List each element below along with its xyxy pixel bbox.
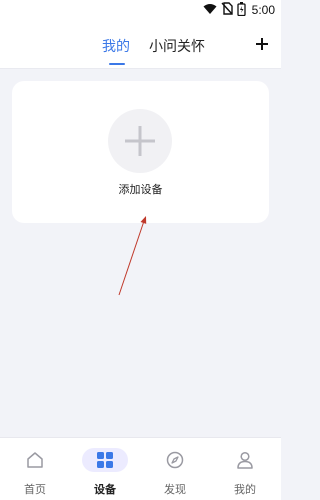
status-time: 5:00 <box>251 3 275 17</box>
nav-icon-bg <box>82 448 128 472</box>
tab-care[interactable]: 小问关怀 <box>149 38 205 56</box>
plus-icon <box>125 126 155 156</box>
plus-icon <box>256 38 268 50</box>
compass-icon <box>166 451 184 469</box>
home-icon <box>27 452 43 468</box>
battery-icon <box>236 1 246 19</box>
header: 我的 小问关怀 <box>0 20 281 69</box>
no-sim-icon <box>221 2 233 18</box>
nav-icon-bg <box>152 448 198 472</box>
bottom-nav: 首页 设备 发现 我的 <box>0 437 281 500</box>
nav-label: 设备 <box>94 483 116 496</box>
add-button[interactable] <box>252 34 272 54</box>
nav-label: 我的 <box>234 483 256 496</box>
nav-label: 发现 <box>164 483 186 496</box>
status-icons: 5:00 <box>203 1 275 19</box>
nav-item-mine[interactable]: 我的 <box>217 448 273 497</box>
nav-icon-bg <box>222 448 268 472</box>
nav-label: 首页 <box>24 483 46 496</box>
nav-item-device[interactable]: 设备 <box>77 448 133 497</box>
status-bar: 5:00 <box>0 0 281 20</box>
add-device-button[interactable] <box>108 109 172 173</box>
annotation-arrow <box>118 216 147 296</box>
device-card: 添加设备 <box>12 81 269 223</box>
grid-icon <box>97 452 113 468</box>
tab-mine[interactable]: 我的 <box>102 38 130 56</box>
nav-item-discover[interactable]: 发现 <box>147 448 203 497</box>
person-icon <box>237 451 253 469</box>
tab-indicator <box>109 63 125 65</box>
wifi-icon <box>203 3 217 18</box>
nav-item-home[interactable]: 首页 <box>7 448 63 497</box>
add-device-label[interactable]: 添加设备 <box>12 181 269 197</box>
nav-icon-bg <box>12 448 58 472</box>
